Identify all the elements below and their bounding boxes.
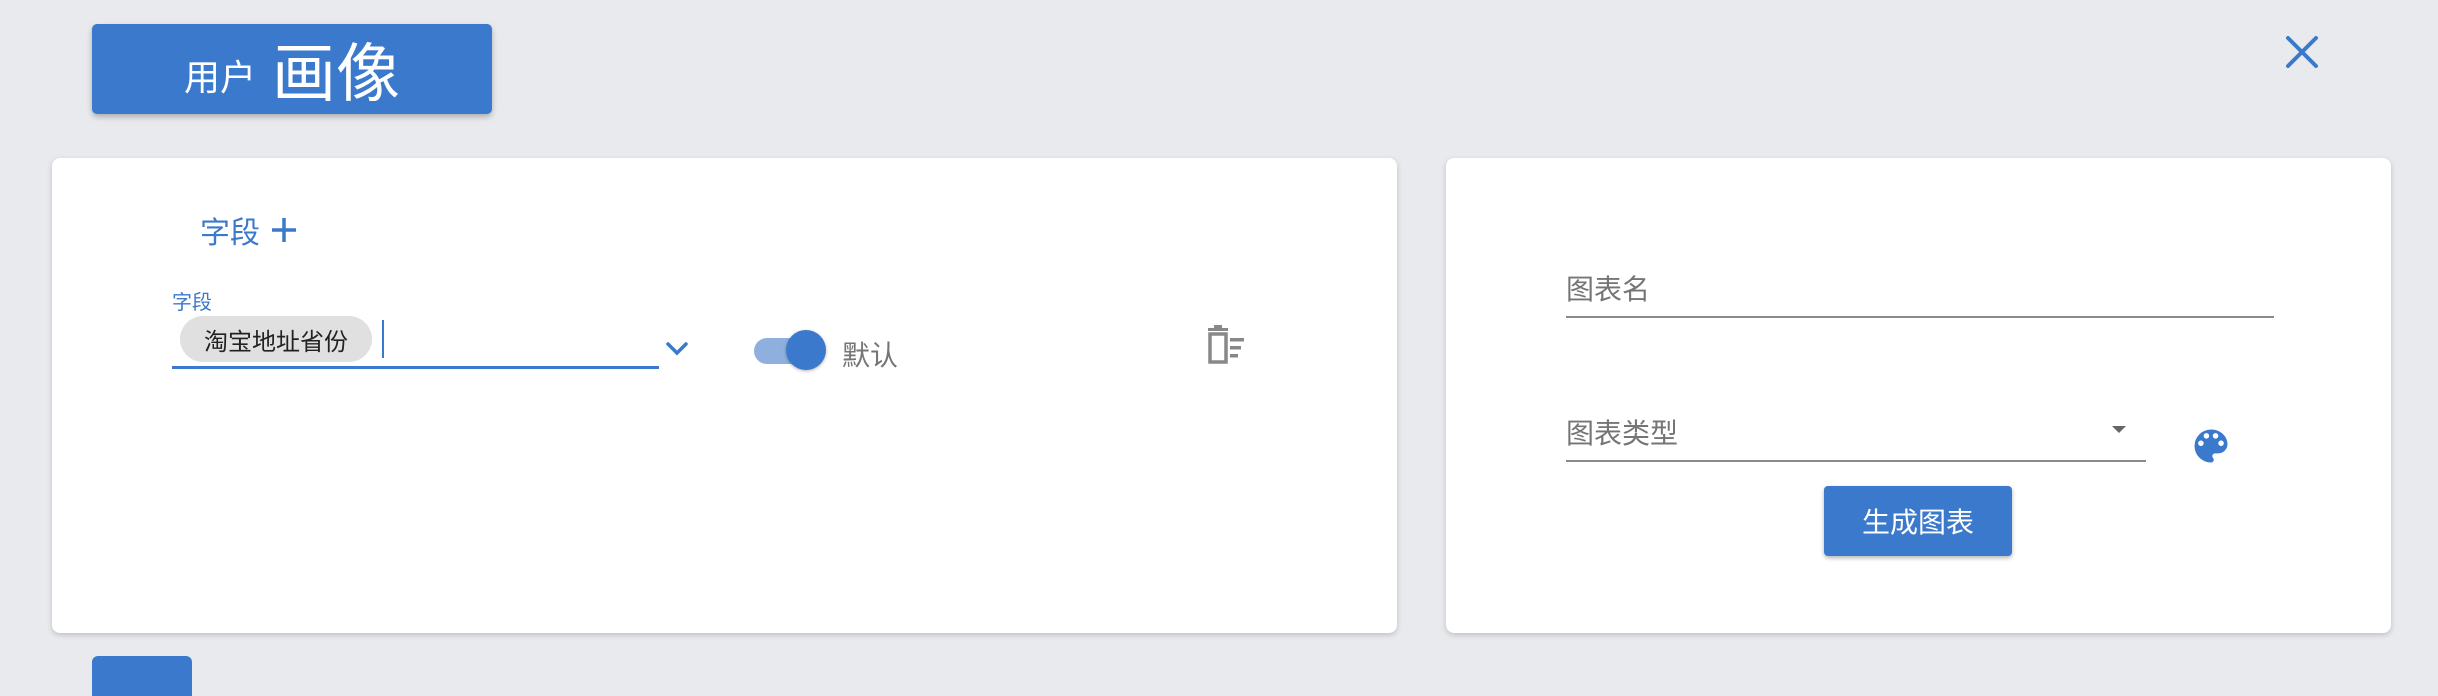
- chart-type-placeholder: 图表类型: [1566, 417, 1679, 450]
- fields-card: 字段 字段 淘宝地址省份 默认: [52, 158, 1397, 633]
- add-field-button[interactable]: 字段: [200, 208, 298, 252]
- add-field-label: 字段: [200, 216, 260, 251]
- selected-field-chip[interactable]: 淘宝地址省份: [180, 316, 372, 362]
- chip-label: 淘宝地址省份: [204, 327, 348, 356]
- chart-name-input[interactable]: 图表名: [1566, 258, 2274, 318]
- palette-icon[interactable]: [2189, 424, 2233, 468]
- close-icon: [2286, 36, 2318, 68]
- chart-name-placeholder: 图表名: [1566, 273, 1651, 306]
- dropdown-arrow-icon: [2112, 426, 2126, 433]
- toggle-knob: [786, 330, 826, 370]
- default-toggle[interactable]: [752, 330, 826, 370]
- text-cursor: [382, 320, 384, 358]
- close-button[interactable]: [2280, 30, 2324, 74]
- page-title-banner: 用户 画像: [92, 24, 492, 114]
- default-toggle-label: 默认: [842, 339, 899, 372]
- delete-list-icon[interactable]: [1202, 324, 1248, 370]
- field-select[interactable]: 淘宝地址省份: [172, 314, 659, 369]
- title-big: 画像: [272, 38, 400, 112]
- field-select-label: 字段: [172, 290, 212, 314]
- bottom-tab-button[interactable]: [92, 656, 192, 696]
- plus-icon: [272, 218, 296, 242]
- chevron-down-icon[interactable]: [662, 334, 692, 364]
- title-small: 用户: [183, 58, 256, 99]
- chart-type-select[interactable]: 图表类型: [1566, 402, 2146, 462]
- chart-config-card: 图表名 图表类型 生成图表: [1446, 158, 2391, 633]
- generate-chart-button[interactable]: 生成图表: [1824, 486, 2012, 556]
